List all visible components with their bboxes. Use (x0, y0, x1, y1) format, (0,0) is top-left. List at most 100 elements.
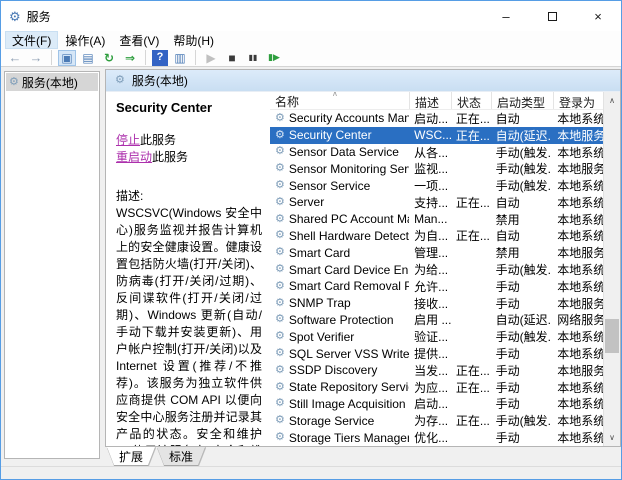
service-startup-type: 手动(触发... (491, 412, 553, 429)
menu-view[interactable]: 查看(V) (112, 31, 166, 49)
service-gear-icon: ⚙ (275, 415, 285, 426)
minimize-button[interactable]: – (483, 1, 529, 31)
table-row[interactable]: ⚙Sensor Data Service从各...手动(触发...本地系统 (270, 144, 603, 161)
service-desc: WSC... (409, 128, 451, 142)
service-logon-as: 本地系统 (552, 211, 603, 228)
table-row[interactable]: ⚙Security Accounts Manag...启动...正在...自动本… (270, 110, 603, 127)
column-header-status[interactable]: 状态 (452, 92, 492, 109)
menu-action[interactable]: 操作(A) (58, 31, 112, 49)
pane-header: ⚙ 服务(本地) (106, 70, 620, 92)
table-row[interactable]: ⚙Server支持...正在...自动本地系统 (270, 194, 603, 211)
service-logon-as: 本地系统 (552, 345, 603, 362)
table-row[interactable]: ⚙Shared PC Account Mana...Man...禁用本地系统 (270, 211, 603, 228)
help-icon[interactable]: ? (152, 50, 168, 66)
service-logon-as: 网络服务 (552, 311, 603, 328)
scroll-up-icon[interactable]: ∧ (604, 92, 620, 109)
table-row[interactable]: ⚙Still Image Acquisition Ev...启动...手动本地系… (270, 396, 603, 413)
table-row[interactable]: ⚙State Repository Service为应...正在...手动本地系… (270, 379, 603, 396)
service-desc: 监视... (409, 160, 451, 177)
service-name: Sensor Monitoring Service (289, 162, 409, 176)
minimize-icon: – (502, 9, 509, 24)
column-header-logon[interactable]: 登录为 (554, 92, 605, 109)
service-status: 正在... (451, 227, 491, 244)
service-logon-as: 本地系统 (552, 110, 603, 127)
table-row[interactable]: ⚙Security CenterWSC...正在...自动(延迟...本地服务 (270, 127, 603, 144)
column-header-name[interactable]: 名称 ∧ (270, 92, 410, 109)
menu-help[interactable]: 帮助(H) (166, 31, 221, 49)
export-list-icon[interactable]: ⇒ (121, 50, 139, 66)
service-logon-as: 本地系统 (552, 144, 603, 161)
service-startup-type: 手动 (491, 379, 553, 396)
start-service-icon[interactable]: ▶ (202, 50, 220, 66)
service-startup-type: 手动 (491, 295, 553, 312)
tree-item-services-local[interactable]: ⚙ 服务(本地) (6, 73, 98, 91)
services-window: ⚙ 服务 – × 文件(F)操作(A)查看(V)帮助(H) ←→ ▣▤↻⇒?▥ ▶■… (0, 0, 622, 480)
table-row[interactable]: ⚙Software Protection启用 ...自动(延迟...网络服务 (270, 312, 603, 329)
service-gear-icon: ⚙ (275, 382, 285, 393)
service-logon-as: 本地服务 (552, 160, 603, 177)
service-startup-type: 手动(触发... (491, 328, 553, 345)
table-row[interactable]: ⚙Smart Card管理...禁用本地服务 (270, 244, 603, 261)
menu-bar: 文件(F)操作(A)查看(V)帮助(H) (1, 31, 621, 49)
close-button[interactable]: × (575, 1, 621, 31)
service-startup-type: 手动(触发... (491, 261, 553, 278)
service-startup-type: 自动 (491, 227, 553, 244)
service-startup-type: 自动(延迟... (491, 127, 553, 144)
description-text: WSCSVC(Windows 安全中心)服务监视并报告计算机上的安全健康设置。健… (116, 205, 262, 446)
maximize-button[interactable] (529, 1, 575, 31)
service-desc: 提供... (409, 345, 451, 362)
back-icon[interactable]: ← (6, 50, 24, 66)
show-console-tree-icon[interactable]: ▣ (58, 50, 76, 66)
service-gear-icon: ⚙ (275, 264, 285, 275)
service-gear-icon: ⚙ (275, 230, 285, 241)
service-logon-as: 本地系统 (552, 261, 603, 278)
table-row[interactable]: ⚙Storage Service为存...正在...手动(触发...本地系统 (270, 412, 603, 429)
table-row[interactable]: ⚙SNMP Trap接收...手动本地服务 (270, 295, 603, 312)
forward-icon[interactable]: → (27, 50, 45, 66)
pause-service-icon[interactable]: ▮▮ (244, 50, 262, 66)
service-gear-icon: ⚙ (275, 180, 285, 191)
restart-service-link-row: 重启动此服务 (116, 149, 262, 166)
restart-service-icon[interactable]: ▮▶ (265, 50, 283, 66)
table-row[interactable]: ⚙Smart Card Device Enum...为给...手动(触发...本… (270, 261, 603, 278)
refresh-icon[interactable]: ↻ (100, 50, 118, 66)
show-action-pane-icon[interactable]: ▥ (171, 50, 189, 66)
table-row[interactable]: ⚙Sensor Monitoring Service监视...手动(触发...本… (270, 160, 603, 177)
menu-file[interactable]: 文件(F) (5, 31, 58, 49)
scroll-down-icon[interactable]: ∨ (604, 429, 620, 446)
service-status: 正在... (451, 127, 491, 144)
service-gear-icon: ⚙ (275, 348, 285, 359)
service-logon-as: 本地服务 (552, 244, 603, 261)
vertical-scrollbar[interactable]: ∧ ∨ (603, 92, 620, 446)
table-row[interactable]: ⚙Shell Hardware Detection为自...正在...自动本地系… (270, 228, 603, 245)
table-row[interactable]: ⚙Spot Verifier验证...手动(触发...本地系统 (270, 328, 603, 345)
pane-gear-icon: ⚙ (115, 75, 125, 86)
service-gear-icon: ⚙ (275, 113, 285, 124)
service-name: Storage Tiers Managem... (289, 431, 409, 445)
table-row[interactable]: ⚙Smart Card Removal Poli...允许...手动本地系统 (270, 278, 603, 295)
service-startup-type: 自动 (491, 194, 553, 211)
tab-extended[interactable]: 扩展 (107, 447, 155, 465)
title-bar[interactable]: ⚙ 服务 – × (1, 1, 621, 31)
column-header-desc[interactable]: 描述 (410, 92, 452, 109)
service-description: 描述: WSCSVC(Windows 安全中心)服务监视并报告计算机上的安全健康… (116, 188, 262, 446)
table-row[interactable]: ⚙Storage Tiers Managem...优化...手动本地系统 (270, 429, 603, 446)
restart-link-suffix: 此服务 (152, 150, 188, 164)
stop-service-link[interactable]: 停止 (116, 133, 140, 147)
stop-service-icon[interactable]: ■ (223, 50, 241, 66)
scrollbar-thumb[interactable] (605, 319, 619, 353)
table-row[interactable]: ⚙SQL Server VSS Writer提供...手动本地系统 (270, 345, 603, 362)
service-name: Smart Card Device Enum... (289, 263, 409, 277)
table-row[interactable]: ⚙SSDP Discovery当发...正在...手动本地服务 (270, 362, 603, 379)
service-logon-as: 本地系统 (552, 177, 603, 194)
service-desc: 启动... (409, 110, 451, 127)
table-row[interactable]: ⚙Sensor Service一项...手动(触发...本地系统 (270, 177, 603, 194)
service-desc: 为存... (409, 412, 451, 429)
column-header-startup[interactable]: 启动类型 (492, 92, 554, 109)
service-name: Shell Hardware Detection (289, 229, 409, 243)
service-desc: 验证... (409, 328, 451, 345)
restart-service-link[interactable]: 重启动 (116, 150, 152, 164)
properties-icon[interactable]: ▤ (79, 50, 97, 66)
tab-standard[interactable]: 标准 (157, 447, 205, 465)
maximize-icon (548, 12, 557, 21)
